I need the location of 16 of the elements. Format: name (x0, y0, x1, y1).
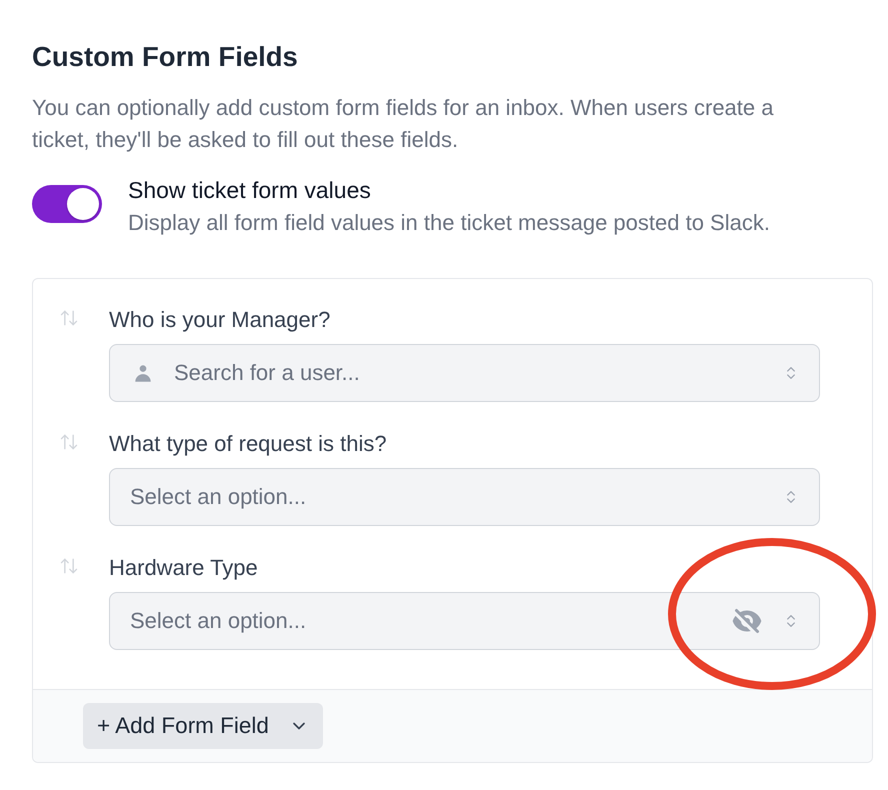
select-field[interactable]: Select an option... (109, 468, 820, 526)
add-form-field-button[interactable]: + Add Form Field (83, 703, 323, 749)
field-label: Hardware Type (109, 554, 259, 582)
user-search-field[interactable]: Search for a user... (109, 344, 820, 402)
eye-off-icon[interactable] (731, 606, 763, 636)
field-label: Who is your Manager? (109, 306, 332, 334)
toggle-switch[interactable] (32, 185, 102, 223)
drag-handle-icon[interactable] (58, 308, 80, 328)
drag-handle-icon[interactable] (58, 432, 80, 452)
toggle-label: Show ticket form values (128, 176, 372, 205)
toggle-description: Display all form field values in the ticket message posted to Slack. (128, 209, 770, 237)
select-field[interactable]: Select an option... (109, 592, 820, 650)
section-title: Custom Form Fields (32, 40, 299, 74)
field-label: What type of request is this? (109, 430, 388, 458)
section-description: You can optionally add custom form fields for an inbox. When users create a ticket, they'll be asked to fill out these fields. (32, 94, 774, 154)
drag-handle-icon[interactable] (58, 556, 80, 576)
